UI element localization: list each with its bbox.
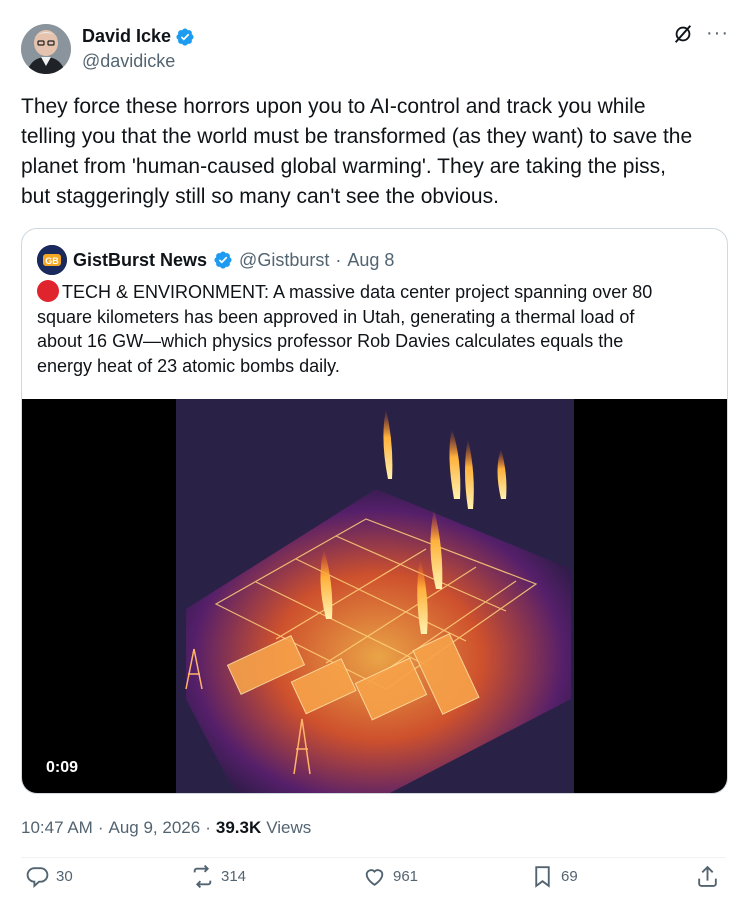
author-display-name[interactable]: David Icke [82,26,171,47]
meta-separator: · [97,818,104,837]
repost-count: 314 [221,867,247,885]
quote-verified-badge-icon [214,251,232,269]
svg-text:GB: GB [45,256,59,266]
author-avatar[interactable] [21,24,71,74]
repost-button[interactable]: 314 [190,864,246,889]
heart-icon [365,868,384,886]
repost-icon [193,864,212,888]
more-options-icon[interactable]: ··· [706,22,729,45]
quote-handle[interactable]: @Gistburst [239,250,329,271]
quote-display-name[interactable]: GistBurst News [73,250,207,271]
video-duration: 0:09 [46,759,79,776]
quote-header[interactable]: GB GistBurst News @Gistburst · Aug 8 [37,245,394,275]
author-name-row[interactable]: David Icke [82,26,195,47]
quote-date[interactable]: Aug 8 [347,250,394,271]
bookmark-button[interactable]: 69 [530,864,578,889]
tweet-date[interactable]: Aug 9, 2026 [109,818,201,838]
red-circle-icon [37,280,59,302]
bookmark-count: 69 [561,867,578,885]
quote-avatar[interactable]: GB [37,245,67,275]
tweet-meta: 10:47 AM · Aug 9, 2026 · 39.3K Views [21,818,311,838]
grok-icon[interactable] [672,23,694,45]
quote-text-body: TECH & ENVIRONMENT: A massive data cente… [37,282,653,376]
share-icon [698,865,717,887]
tweet-text: They force these horrors upon you to AI-… [21,95,693,208]
reply-count: 30 [56,867,73,885]
quote-separator: · [335,249,342,270]
video-thumbnail [176,399,574,793]
tweet-time[interactable]: 10:47 AM [21,818,93,838]
video-player[interactable]: 0:09 [22,399,727,793]
quoted-tweet[interactable]: GB GistBurst News @Gistburst · Aug 8 TEC… [21,228,728,794]
quote-text: TECH & ENVIRONMENT: A massive data cente… [37,280,712,378]
views-label: Views [266,818,312,837]
reply-button[interactable]: 30 [25,864,73,889]
verified-badge-icon [176,27,194,46]
meta-separator-2: · [205,818,211,837]
share-button[interactable] [695,864,720,889]
like-button[interactable]: 961 [362,864,418,889]
divider [21,857,726,858]
views-count: 39.3K [215,818,262,837]
author-handle[interactable]: @davidicke [82,51,175,72]
bookmark-icon [535,865,550,888]
reply-icon [26,866,49,888]
like-count: 961 [393,867,419,885]
